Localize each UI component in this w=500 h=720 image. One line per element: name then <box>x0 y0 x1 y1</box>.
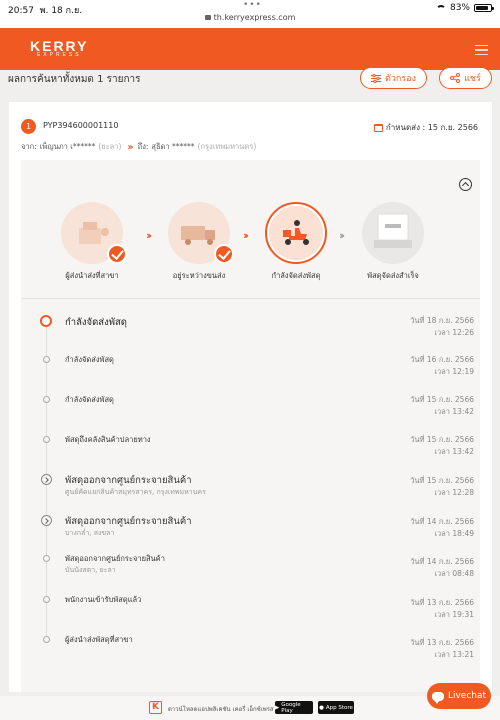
lock-icon <box>204 15 211 20</box>
step-arrow-icon: ›› <box>243 229 249 242</box>
result-index-badge: 1 <box>21 119 36 134</box>
share-button[interactable]: แชร์ <box>439 67 492 89</box>
calendar-icon <box>373 123 383 132</box>
expand-chevron-icon[interactable] <box>41 474 52 485</box>
timeline-dot <box>43 396 50 403</box>
sender-name: เพ็ญนภา เ****** <box>39 142 96 151</box>
recipient-area: (กรุงเทพมหานคร) <box>197 142 257 151</box>
chat-bubble-icon <box>431 691 444 704</box>
tracking-detail-panel: ผู้ส่งนำส่งที่สาขา ›› อยู่ระหว่างขนส่ง ›… <box>21 160 480 692</box>
sender-area: (ยะลา) <box>98 142 122 151</box>
url-bar[interactable]: th.kerryexpress.com <box>0 13 500 22</box>
filter-button[interactable]: ตัวกรอง <box>360 67 427 89</box>
check-icon <box>107 244 127 264</box>
multitask-dots[interactable]: ••• <box>243 0 262 10</box>
step-delivered: พัสดุจัดส่งสำเร็จ <box>362 202 424 282</box>
recipient-name: สุธิดา ****** <box>151 142 195 151</box>
step-arrow-icon: ›› <box>146 229 152 242</box>
expand-chevron-icon[interactable] <box>41 515 52 526</box>
share-icon <box>450 73 461 83</box>
route-info: จาก: เพ็ญนภา เ****** (ยะลา) ›› ถึง: สุธิ… <box>21 141 257 153</box>
step-out-for-delivery: กำลังจัดส่งพัสดุ <box>265 202 327 282</box>
timeline-dot <box>43 436 50 443</box>
timeline-dot <box>43 596 50 603</box>
parcel-card: 1 PYP394600001110 กำหนดส่ง : 15 ก.ย. 256… <box>9 102 492 692</box>
status-bar: 20:57 พ. 18 ก.ย. ••• th.kerryexpress.com… <box>0 0 500 28</box>
timeline-dot <box>43 555 50 562</box>
delivery-scooter-icon <box>265 202 327 264</box>
delivered-box-icon <box>362 202 424 264</box>
current-status-dot <box>40 315 52 327</box>
app-store-badge[interactable]: ● App Store <box>318 701 354 714</box>
livechat-button[interactable]: Livechat <box>427 683 491 709</box>
kerry-app-icon: K <box>149 701 162 714</box>
wifi-icon <box>435 4 446 12</box>
step-in-transit: อยู่ระหว่างขนส่ง <box>168 202 234 282</box>
google-play-icon: ▶ <box>275 704 280 711</box>
tracking-number[interactable]: PYP394600001110 <box>43 121 118 130</box>
step-arrow-icon: ›› <box>339 229 345 242</box>
battery-icon <box>474 4 494 12</box>
google-play-badge[interactable]: ▶ Google Play <box>275 701 313 714</box>
step-drop-off: ผู้ส่งนำส่งที่สาขา <box>61 202 127 282</box>
app-promo-bar: K ดาวน์โหลดแอปพลิเคชัน เคอรี่ เอ็กซ์เพรส… <box>0 696 500 720</box>
collapse-icon[interactable] <box>459 178 472 191</box>
timeline-dot <box>43 636 50 643</box>
filter-icon <box>371 73 381 83</box>
status-indicators: 83% <box>435 3 494 13</box>
apple-icon: ● <box>319 704 324 711</box>
double-chevron-icon: ›› <box>127 141 133 153</box>
section-divider <box>21 298 480 299</box>
site-header: KERRY EXPRESS <box>0 28 500 70</box>
due-date: กำหนดส่ง : 15 ก.ย. 2566 <box>373 121 478 134</box>
battery-percent: 83% <box>449 3 470 13</box>
kerry-logo[interactable]: KERRY EXPRESS <box>30 39 89 59</box>
truck-icon <box>168 202 234 264</box>
results-title: ผลการค้นหาทั้งหมด 1 รายการ <box>8 74 141 85</box>
menu-icon[interactable] <box>475 45 488 55</box>
timeline-dot <box>43 356 50 363</box>
check-icon <box>214 244 234 264</box>
promo-text: ดาวน์โหลดแอปพลิเคชัน เคอรี่ เอ็กซ์เพรส <box>168 706 274 713</box>
branch-drop-off-icon <box>61 202 127 264</box>
